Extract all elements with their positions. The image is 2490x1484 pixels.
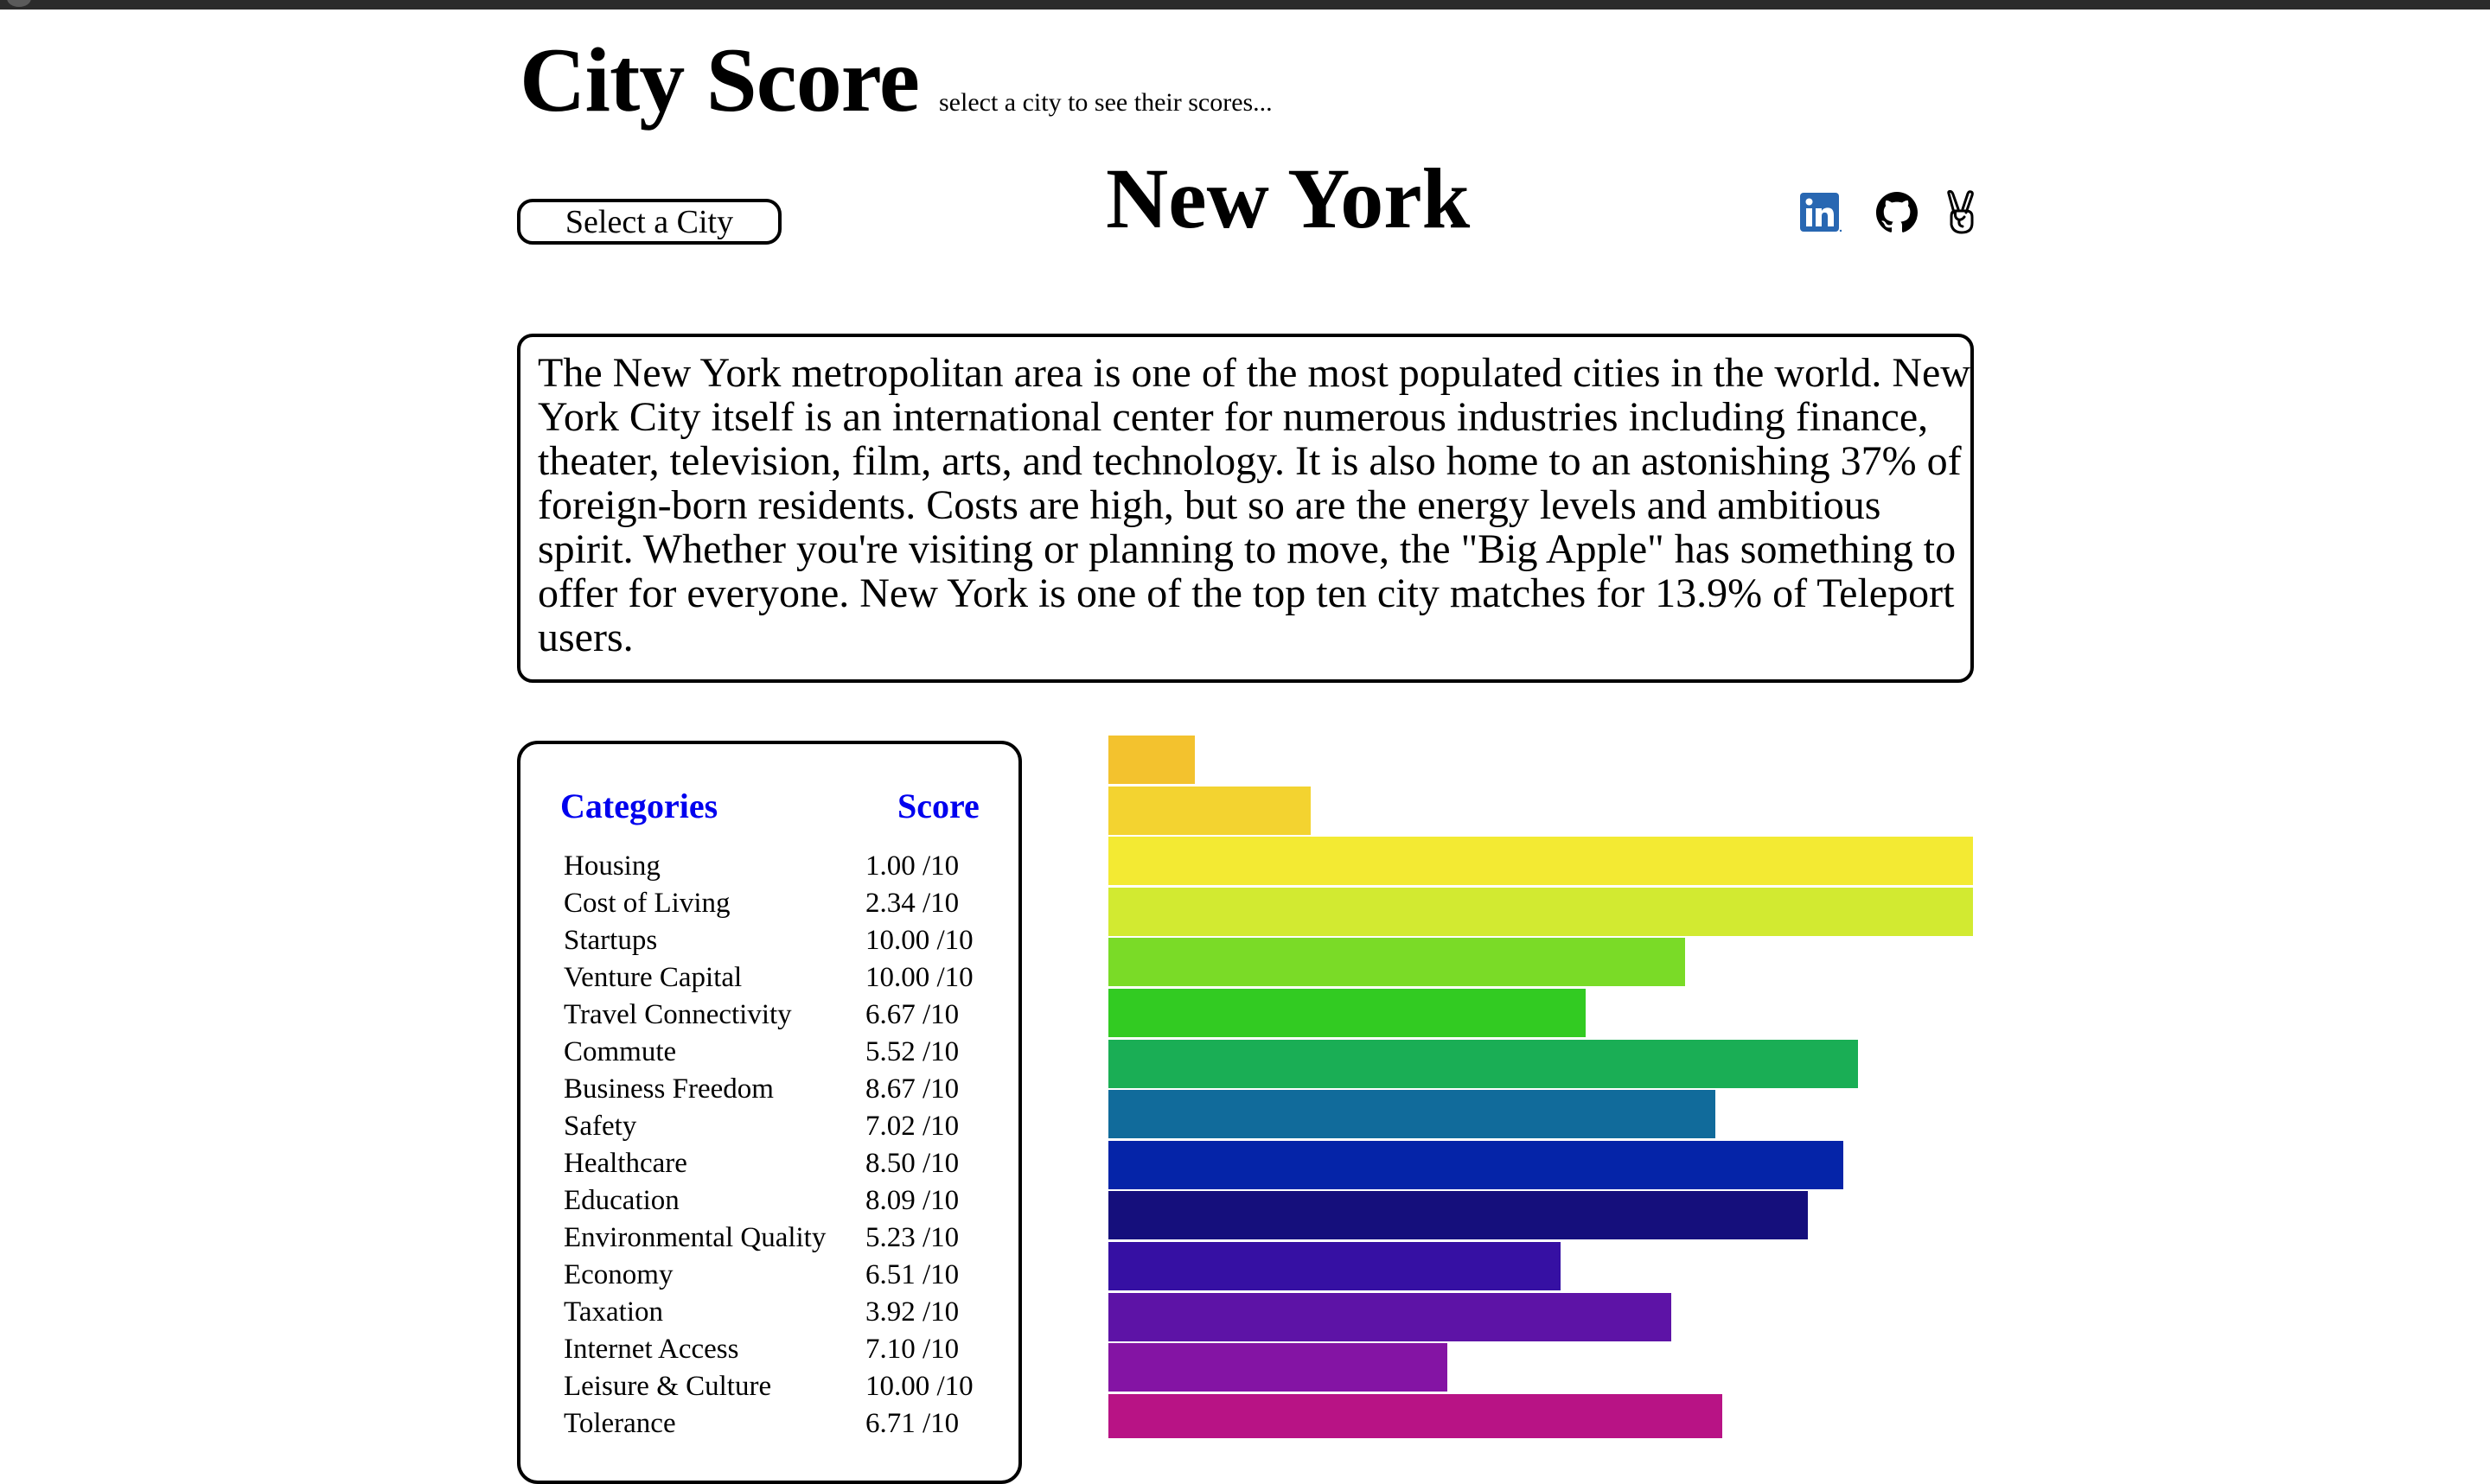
score-row: Commute 5.52 /10 xyxy=(564,1034,1004,1071)
score-bar xyxy=(1108,1242,1561,1290)
score-bar xyxy=(1108,736,1195,784)
score-row: Tolerance 6.71 /10 xyxy=(564,1405,1004,1443)
score-heading: Score xyxy=(897,787,980,825)
score-rows: Housing 1.00 /10 Cost of Living 2.34 /10 S… xyxy=(564,848,1004,1443)
score-value: 7.10 /10 xyxy=(865,1334,960,1365)
app-subtitle: select a city to see their scores... xyxy=(939,88,1273,117)
score-category-label: Healthcare xyxy=(564,1148,687,1179)
city-description: The New York metropolitan area is one of… xyxy=(538,350,1970,660)
score-row: Environmental Quality 5.23 /10 xyxy=(564,1220,1004,1257)
github-glyph xyxy=(1876,192,1918,232)
score-category-label: Commute xyxy=(564,1036,677,1067)
window-control-dot[interactable] xyxy=(7,0,31,7)
score-value: 2.34 /10 xyxy=(865,888,960,919)
score-bar xyxy=(1108,1343,1447,1392)
score-row: Taxation 3.92 /10 xyxy=(564,1294,1004,1331)
score-value: 10.00 /10 xyxy=(865,1371,974,1402)
score-category-label: Internet Access xyxy=(564,1334,739,1365)
score-row: Startups 10.00 /10 xyxy=(564,922,1004,959)
score-row: Travel Connectivity 6.67 /10 xyxy=(564,997,1004,1034)
score-row: Leisure & Culture 10.00 /10 xyxy=(564,1368,1004,1405)
score-bar xyxy=(1108,1141,1843,1189)
score-bar xyxy=(1108,888,1973,936)
score-category-label: Travel Connectivity xyxy=(564,999,792,1030)
score-category-label: Taxation xyxy=(564,1296,663,1328)
window-top-bar xyxy=(0,0,2490,10)
score-category-label: Housing xyxy=(564,850,661,882)
score-bar xyxy=(1108,1040,1858,1088)
score-row: Housing 1.00 /10 xyxy=(564,848,1004,885)
score-bar xyxy=(1108,1293,1671,1341)
score-bar xyxy=(1108,1394,1722,1438)
score-category-label: Safety xyxy=(564,1111,637,1142)
score-value: 5.52 /10 xyxy=(865,1036,960,1067)
score-value: 5.23 /10 xyxy=(865,1222,960,1253)
city-name: New York xyxy=(1106,150,1471,246)
score-value: 10.00 /10 xyxy=(865,925,974,956)
score-bar xyxy=(1108,837,1973,885)
score-bar-chart xyxy=(1108,736,1973,1438)
score-category-label: Business Freedom xyxy=(564,1073,774,1105)
score-row: Business Freedom 8.67 /10 xyxy=(564,1071,1004,1108)
score-value: 8.67 /10 xyxy=(865,1073,960,1105)
scores-table-panel: Categories Score Housing 1.00 /10 Cost of… xyxy=(517,741,1022,1484)
score-category-label: Tolerance xyxy=(564,1408,676,1439)
score-row: Education 8.09 /10 xyxy=(564,1182,1004,1220)
score-value: 7.02 /10 xyxy=(865,1111,960,1142)
linkedin-icon[interactable] xyxy=(1797,188,1845,237)
select-city-button[interactable]: Select a City xyxy=(517,199,782,245)
score-value: 8.09 /10 xyxy=(865,1185,960,1216)
score-value: 6.51 /10 xyxy=(865,1259,960,1290)
linkedin-glyph xyxy=(1800,193,1842,232)
score-bar xyxy=(1108,938,1685,986)
score-category-label: Education xyxy=(564,1185,680,1216)
city-description-panel: The New York metropolitan area is one of… xyxy=(517,334,1974,683)
score-row: Safety 7.02 /10 xyxy=(564,1108,1004,1145)
categories-heading: Categories xyxy=(560,787,718,825)
score-row: Internet Access 7.10 /10 xyxy=(564,1331,1004,1368)
score-category-label: Economy xyxy=(564,1259,674,1290)
score-bar xyxy=(1108,1090,1715,1138)
angellist-icon[interactable] xyxy=(1937,188,1985,237)
score-value: 3.92 /10 xyxy=(865,1296,960,1328)
score-value: 8.50 /10 xyxy=(865,1148,960,1179)
score-value: 10.00 /10 xyxy=(865,962,974,993)
score-row: Cost of Living 2.34 /10 xyxy=(564,885,1004,922)
score-category-label: Leisure & Culture xyxy=(564,1371,772,1402)
score-category-label: Cost of Living xyxy=(564,888,731,919)
score-value: 1.00 /10 xyxy=(865,850,960,882)
score-value: 6.67 /10 xyxy=(865,999,960,1030)
score-bar xyxy=(1108,1191,1808,1239)
github-icon[interactable] xyxy=(1873,188,1921,237)
app-title: City Score xyxy=(520,29,920,131)
score-value: 6.71 /10 xyxy=(865,1408,960,1439)
score-category-label: Venture Capital xyxy=(564,962,743,993)
score-row: Healthcare 8.50 /10 xyxy=(564,1145,1004,1182)
score-row: Economy 6.51 /10 xyxy=(564,1257,1004,1294)
score-category-label: Startups xyxy=(564,925,658,956)
score-bar xyxy=(1108,989,1586,1037)
score-row: Venture Capital 10.00 /10 xyxy=(564,959,1004,997)
angellist-glyph xyxy=(1947,190,1974,234)
score-bar xyxy=(1108,787,1311,835)
score-category-label: Environmental Quality xyxy=(564,1222,827,1253)
